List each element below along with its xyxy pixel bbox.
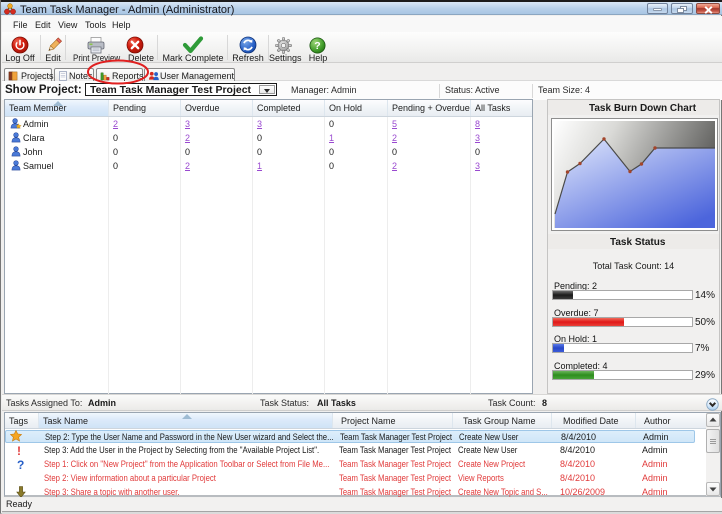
svg-text:?: ? [314,40,320,52]
